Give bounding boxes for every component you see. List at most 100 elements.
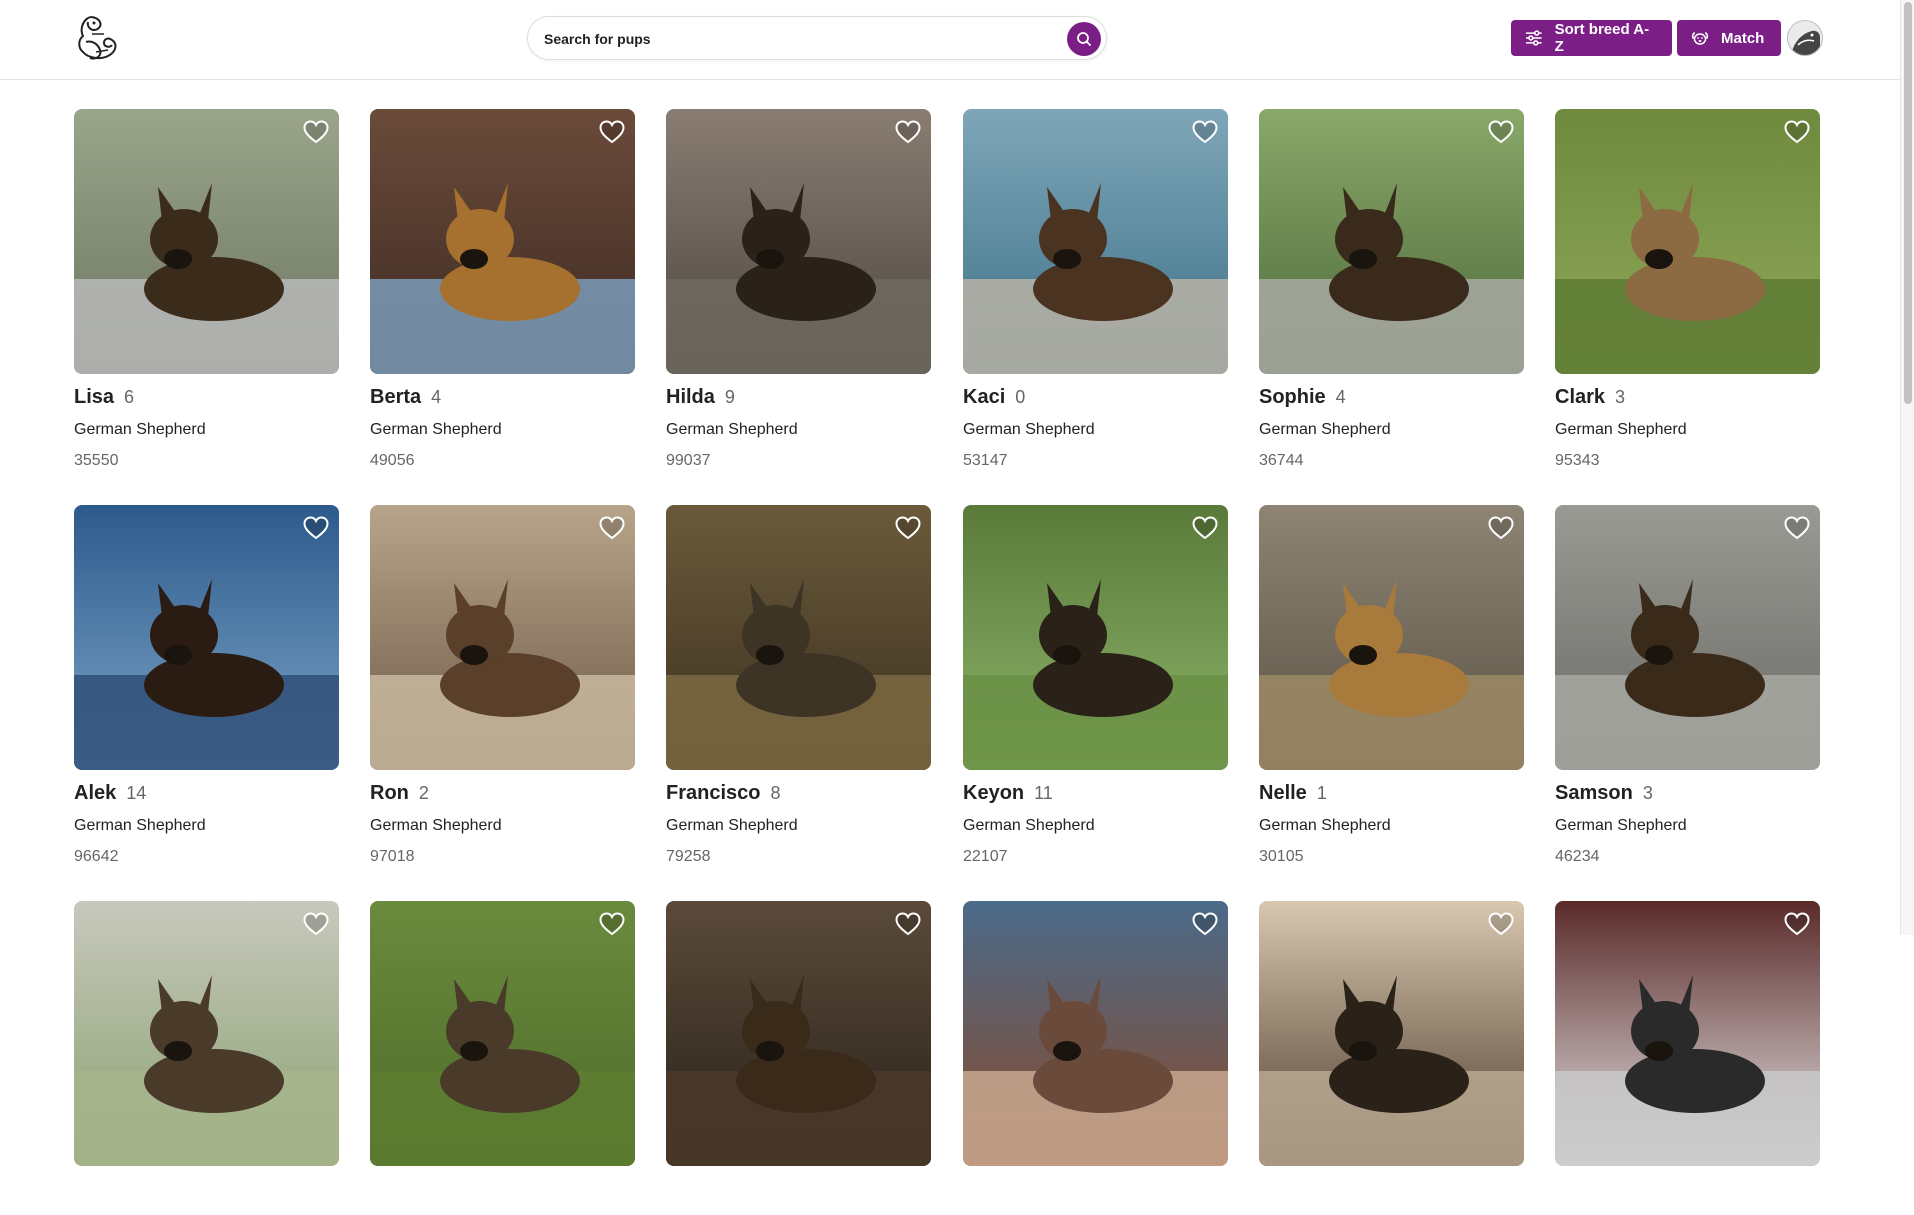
dog-photo[interactable] <box>666 109 931 374</box>
heart-icon <box>303 912 329 936</box>
dog-photo[interactable] <box>370 901 635 1166</box>
heart-icon <box>303 120 329 144</box>
dog-photo[interactable] <box>74 109 339 374</box>
dog-zip-code: 22107 <box>963 848 1008 865</box>
dog-breed: German Shepherd <box>1259 817 1391 834</box>
dog-card[interactable]: Nelle 1 German Shepherd 30105 <box>1259 505 1524 866</box>
dog-card[interactable]: Francisco 8 German Shepherd 79258 <box>666 505 931 866</box>
dog-name: Lisa <box>74 386 115 408</box>
favorite-heart-button[interactable] <box>895 120 921 144</box>
dog-age: 14 <box>126 783 147 803</box>
dog-photo-image <box>370 505 635 770</box>
dog-name-row <box>74 1178 339 1202</box>
dog-logo-icon[interactable] <box>74 12 124 64</box>
dog-photo[interactable] <box>963 901 1228 1166</box>
favorite-heart-button[interactable] <box>599 912 625 936</box>
dog-card[interactable] <box>963 901 1228 1215</box>
favorite-heart-button[interactable] <box>303 912 329 936</box>
search-button[interactable] <box>1067 22 1101 56</box>
dog-photo[interactable] <box>1259 901 1524 1166</box>
dog-photo[interactable] <box>1259 109 1524 374</box>
dog-name-row: Sophie 4 <box>1259 386 1524 410</box>
dog-breed: German Shepherd <box>666 421 798 438</box>
dog-photo[interactable] <box>74 901 339 1166</box>
dog-breed: German Shepherd <box>370 817 502 834</box>
favorite-heart-button[interactable] <box>895 912 921 936</box>
favorite-heart-button[interactable] <box>599 120 625 144</box>
favorite-heart-button[interactable] <box>1784 516 1810 540</box>
favorite-heart-button[interactable] <box>1784 120 1810 144</box>
dog-photo[interactable] <box>1555 109 1820 374</box>
favorite-heart-button[interactable] <box>303 120 329 144</box>
avatar[interactable] <box>1787 20 1823 56</box>
dog-card[interactable]: Alek 14 German Shepherd 96642 <box>74 505 339 866</box>
sort-breed-button[interactable]: Sort breed A-Z <box>1511 20 1672 56</box>
dog-age: 0 <box>1015 387 1026 407</box>
dog-breed: German Shepherd <box>963 817 1095 834</box>
favorite-heart-button[interactable] <box>895 516 921 540</box>
dog-card[interactable] <box>74 901 339 1215</box>
dog-card[interactable]: Samson 3 German Shepherd 46234 <box>1555 505 1820 866</box>
dog-age: 4 <box>431 387 442 407</box>
dog-card[interactable] <box>1259 901 1524 1215</box>
dog-card[interactable]: Ron 2 German Shepherd 97018 <box>370 505 635 866</box>
match-button[interactable]: Match <box>1677 20 1781 56</box>
scrollbar-thumb[interactable] <box>1904 2 1912 404</box>
dog-photo[interactable] <box>74 505 339 770</box>
dog-photo[interactable] <box>666 505 931 770</box>
heart-icon <box>303 516 329 540</box>
dog-age: 8 <box>770 783 781 803</box>
favorite-heart-button[interactable] <box>1192 120 1218 144</box>
favorite-heart-button[interactable] <box>303 516 329 540</box>
dog-age: 11 <box>1034 783 1053 803</box>
dog-photo[interactable] <box>370 109 635 374</box>
favorite-heart-button[interactable] <box>1192 516 1218 540</box>
dog-card[interactable]: Sophie 4 German Shepherd 36744 <box>1259 109 1524 470</box>
dog-photo[interactable] <box>963 505 1228 770</box>
dog-photo[interactable] <box>1555 901 1820 1166</box>
page-scrollbar[interactable] <box>1900 0 1914 935</box>
dog-name-row <box>1259 1178 1524 1202</box>
favorite-heart-button[interactable] <box>1488 912 1514 936</box>
dog-card[interactable]: Keyon 11 German Shepherd 22107 <box>963 505 1228 866</box>
dog-card[interactable]: Kaci 0 German Shepherd 53147 <box>963 109 1228 470</box>
dog-age: 3 <box>1642 783 1653 803</box>
dog-card[interactable]: Clark 3 German Shepherd 95343 <box>1555 109 1820 470</box>
heart-icon <box>895 912 921 936</box>
dog-photo-image <box>1555 505 1820 770</box>
dog-zip-code: 53147 <box>963 452 1008 469</box>
search-input[interactable] <box>544 25 1044 53</box>
dog-card[interactable]: Hilda 9 German Shepherd 99037 <box>666 109 931 470</box>
dog-photo[interactable] <box>963 109 1228 374</box>
dog-name: Francisco <box>666 782 761 804</box>
dog-age: 2 <box>418 783 429 803</box>
dog-card[interactable]: Lisa 6 German Shepherd 35550 <box>74 109 339 470</box>
dog-name: Alek <box>74 782 117 804</box>
favorite-heart-button[interactable] <box>599 516 625 540</box>
dog-zip-code: 46234 <box>1555 848 1600 865</box>
dog-zip-code: 96642 <box>74 848 119 865</box>
dog-name: Hilda <box>666 386 715 408</box>
dog-photo[interactable] <box>1555 505 1820 770</box>
favorite-heart-button[interactable] <box>1784 912 1810 936</box>
dog-name: Nelle <box>1259 782 1307 804</box>
dog-photo-image <box>1555 109 1820 374</box>
dog-photo-image <box>963 109 1228 374</box>
dog-name: Kaci <box>963 386 1006 408</box>
dog-name-row: Lisa 6 <box>74 386 339 410</box>
dog-card[interactable] <box>666 901 931 1215</box>
dog-photo[interactable] <box>666 901 931 1166</box>
dog-face-icon <box>1691 32 1709 45</box>
dog-photo-image <box>1259 505 1524 770</box>
dog-photo[interactable] <box>1259 505 1524 770</box>
dog-card[interactable] <box>370 901 635 1215</box>
dog-card[interactable]: Berta 4 German Shepherd 49056 <box>370 109 635 470</box>
search-bar <box>527 16 1107 60</box>
dog-photo-image <box>74 109 339 374</box>
dog-photo[interactable] <box>370 505 635 770</box>
favorite-heart-button[interactable] <box>1488 516 1514 540</box>
heart-icon <box>1192 120 1218 144</box>
favorite-heart-button[interactable] <box>1192 912 1218 936</box>
dog-card[interactable] <box>1555 901 1820 1215</box>
favorite-heart-button[interactable] <box>1488 120 1514 144</box>
